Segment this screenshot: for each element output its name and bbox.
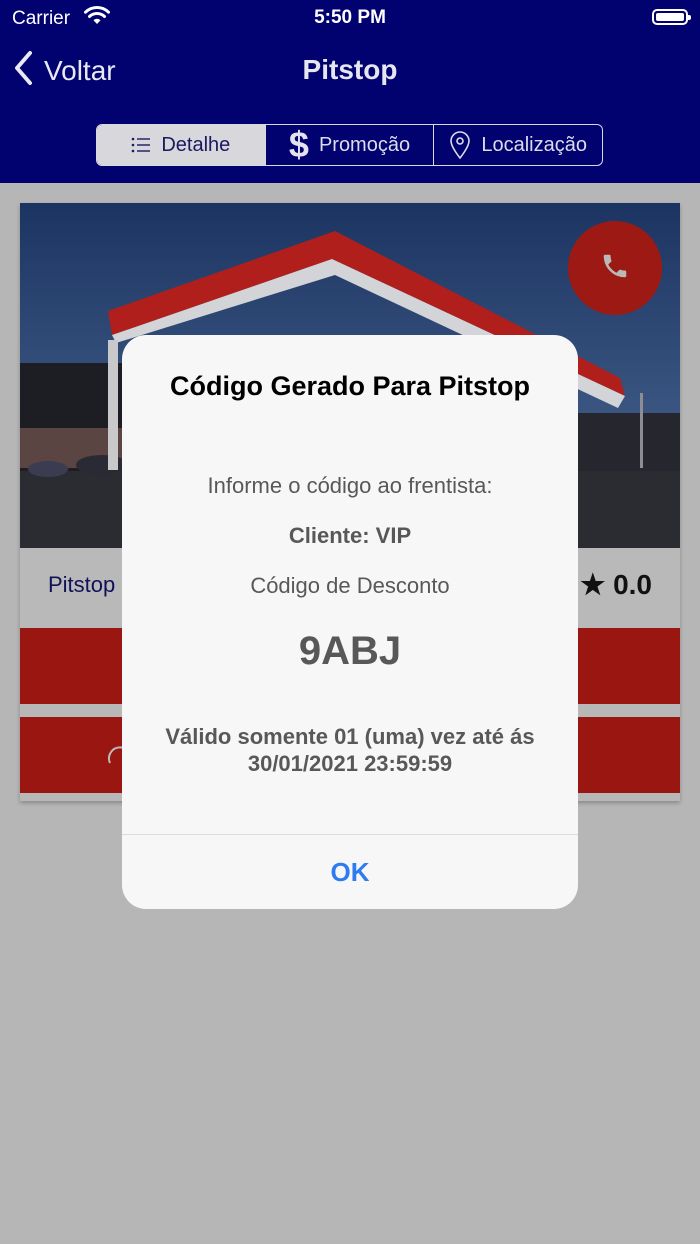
- segmented-control: Detalhe $ Promoção Localização: [96, 124, 603, 166]
- location-pin-icon: [449, 130, 471, 160]
- dollar-icon: $: [288, 124, 309, 165]
- code-alert-dialog: Código Gerado Para Pitstop Informe o cód…: [122, 335, 578, 909]
- station-name: Pitstop: [48, 572, 116, 597]
- tab-label: Detalhe: [161, 133, 231, 156]
- call-button[interactable]: [568, 221, 662, 315]
- navigation-bar: Voltar Pitstop Detalhe $ Promoção Locali…: [0, 36, 700, 183]
- alert-instruction: Informe o código ao frentista:: [207, 473, 493, 498]
- status-time: 5:50 PM: [314, 7, 386, 28]
- alert-title: Código Gerado Para Pitstop: [169, 371, 531, 401]
- rating: ★ 0.0: [580, 569, 652, 600]
- ok-button[interactable]: OK: [122, 835, 578, 909]
- phone-icon: [600, 251, 630, 286]
- tab-promocao[interactable]: $ Promoção: [264, 124, 434, 165]
- alert-code-label: Código de Desconto: [250, 573, 450, 598]
- tab-label: Localização: [481, 133, 587, 156]
- battery-icon: [652, 9, 691, 25]
- alert-validity: Válido somente 01 (uma) vez até ás 30/01…: [165, 724, 535, 776]
- tab-localizacao[interactable]: Localização: [433, 125, 602, 165]
- list-icon: [131, 136, 151, 154]
- status-bar: Carrier 5:50 PM: [0, 0, 700, 36]
- tab-label: Promoção: [318, 133, 411, 156]
- page-title: Pitstop: [302, 54, 398, 85]
- discount-code: 9ABJ: [298, 629, 402, 673]
- alert-client: Cliente: VIP: [288, 523, 412, 548]
- tab-detalhe[interactable]: Detalhe: [97, 125, 265, 165]
